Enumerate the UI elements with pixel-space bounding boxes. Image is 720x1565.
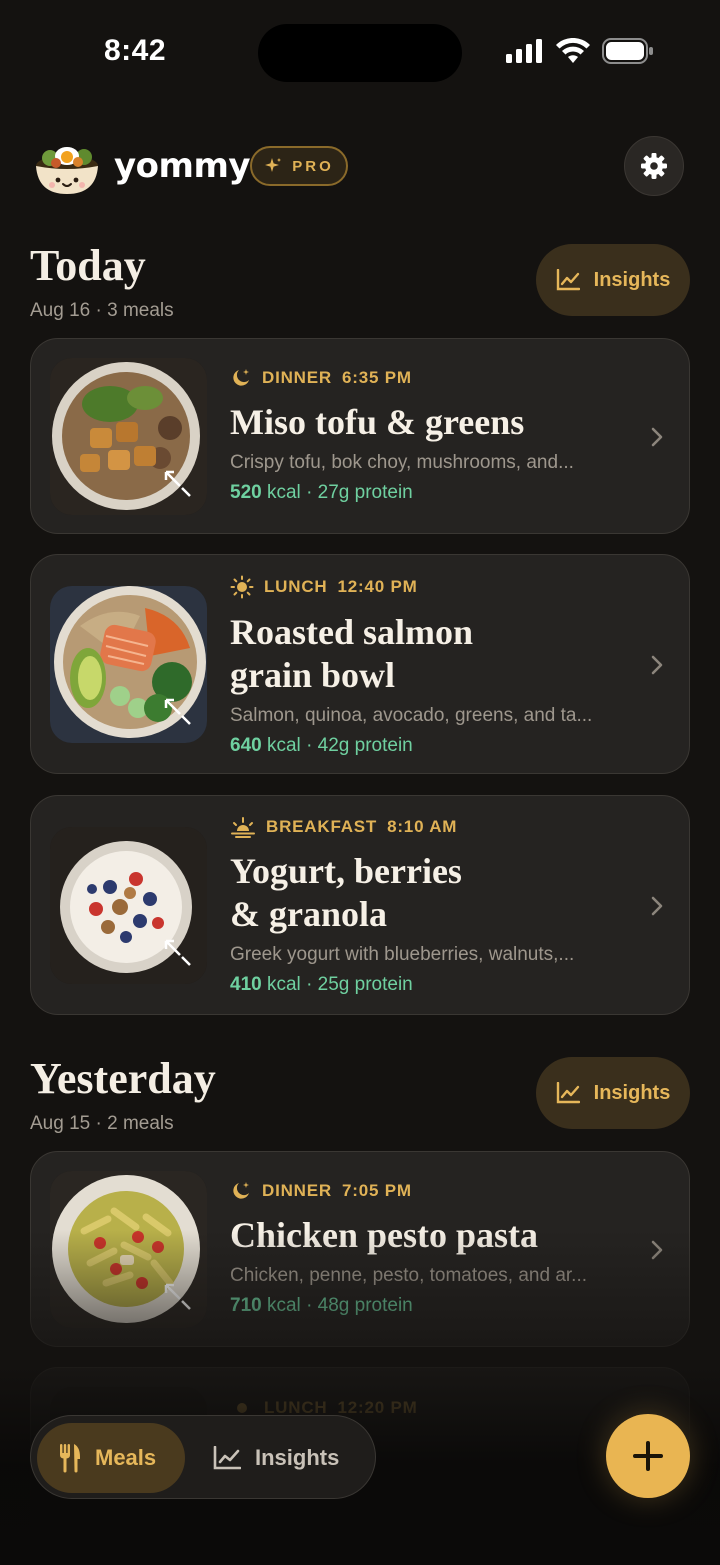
- meal-meta: DINNER 7:05 PM: [230, 1180, 625, 1202]
- meal-type: DINNER: [262, 368, 332, 387]
- today-insights-button[interactable]: Insights: [536, 244, 690, 316]
- dynamic-island: [258, 24, 462, 82]
- protein-value: · 25g protein: [306, 974, 413, 996]
- meal-type: LUNCH: [264, 577, 328, 596]
- meal-stats: 520 kcal · 27g protein: [230, 482, 625, 504]
- meal-stats: 640 kcal · 42g protein: [230, 735, 625, 757]
- pro-badge[interactable]: PRO: [250, 146, 348, 186]
- pro-label: PRO: [292, 157, 334, 175]
- rice-bowl-logo-icon: [36, 147, 98, 194]
- kcal-value: 640: [230, 735, 262, 757]
- protein-value: · 42g protein: [306, 735, 413, 757]
- tab-meals-label: Meals: [95, 1445, 157, 1470]
- meal-card[interactable]: BREAKFAST 8:10 AM Yogurt, berries & gran…: [30, 795, 690, 1015]
- kcal-value: 520: [230, 482, 262, 504]
- yesterday-insights-button[interactable]: Insights: [536, 1057, 690, 1129]
- meal-description: Crispy tofu, bok choy, mushrooms, and...: [230, 452, 574, 474]
- meal-type: DINNER: [262, 1181, 332, 1200]
- meal-meta: DINNER 6:35 PM: [230, 367, 625, 389]
- meal-name-line: Roasted salmon: [230, 612, 474, 652]
- status-time: 8:42: [104, 34, 167, 67]
- meal-photo[interactable]: [50, 586, 207, 743]
- meal-time: 12:40 PM: [337, 577, 418, 596]
- meal-info: BREAKFAST 8:10 AM Yogurt, berries & gran…: [230, 816, 625, 996]
- meal-name-line: Yogurt, berries: [230, 851, 462, 891]
- meal-info: LUNCH 12:40 PM Roasted salmon grain bowl…: [230, 575, 625, 757]
- meal-time: 12:20 PM: [337, 1398, 418, 1417]
- meal-name: Roasted salmon grain bowl: [230, 611, 625, 697]
- settings-button[interactable]: [624, 136, 684, 196]
- protein-value: · 48g protein: [306, 1295, 413, 1317]
- section-yesterday-header: Yesterday Aug 15 · 2 meals Insights: [30, 1057, 690, 1147]
- kcal-unit: kcal: [266, 482, 301, 504]
- kcal-value: 410: [230, 974, 262, 996]
- meal-time: 7:05 PM: [341, 1181, 412, 1200]
- signal-icon: [506, 39, 542, 63]
- meal-description: Salmon, quinoa, avocado, greens, and ta.…: [230, 705, 593, 727]
- meal-card[interactable]: DINNER 6:35 PM Miso tofu & greens Crispy…: [30, 338, 690, 534]
- sparkle-icon: [265, 158, 282, 172]
- tab-insights-label: Insights: [255, 1445, 340, 1470]
- meal-description: Greek yogurt with blueberries, walnuts,.…: [230, 944, 575, 966]
- status-icons: [506, 38, 654, 64]
- kcal-unit: kcal: [266, 974, 301, 996]
- chart-line-icon: [556, 1082, 580, 1104]
- chevron-right-icon: [651, 896, 663, 916]
- meal-name: Yogurt, berries & granola: [230, 850, 625, 936]
- meal-description: Chicken, penne, pesto, tomatoes, and ar.…: [230, 1265, 588, 1287]
- chart-line-icon: [556, 269, 580, 291]
- meal-stats: 710 kcal · 48g protein: [230, 1295, 625, 1317]
- yogurt-bowl-image: [50, 827, 207, 984]
- meal-name-line: & granola: [230, 894, 387, 935]
- section-today-header: Today Aug 16 · 3 meals Insights: [30, 244, 690, 334]
- tab-meals[interactable]: Meals: [37, 1423, 185, 1493]
- meal-info: DINNER 7:05 PM Chicken pesto pasta Chick…: [230, 1180, 625, 1317]
- chevron-right-icon: [651, 655, 663, 675]
- meal-meta: LUNCH 12:40 PM: [230, 575, 625, 599]
- meal-type: BREAKFAST: [266, 817, 378, 836]
- meal-photo[interactable]: [50, 827, 207, 984]
- salmon-bowl-image: [50, 586, 207, 743]
- plus-icon: [633, 1441, 663, 1471]
- meal-card[interactable]: DINNER 7:05 PM Chicken pesto pasta Chick…: [30, 1151, 690, 1347]
- chevron-right-icon: [651, 427, 663, 447]
- wifi-icon: [556, 38, 590, 63]
- pesto-pasta-image: [50, 1171, 207, 1328]
- fork-knife-icon: [60, 1444, 80, 1473]
- chart-line-icon: [213, 1446, 241, 1470]
- insights-label: Insights: [593, 1081, 671, 1104]
- sunrise-icon: [231, 817, 255, 838]
- meal-info: DINNER 6:35 PM Miso tofu & greens Crispy…: [230, 367, 625, 504]
- bottom-tab-bar: Meals Insights: [30, 1415, 376, 1499]
- protein-value: · 27g protein: [306, 482, 413, 504]
- add-meal-button[interactable]: [606, 1414, 690, 1498]
- meal-photo[interactable]: [50, 358, 207, 515]
- meal-name: Miso tofu & greens: [230, 402, 525, 442]
- moon-icon: [233, 1182, 249, 1199]
- meal-name: Chicken pesto pasta: [230, 1215, 539, 1255]
- kcal-value: 710: [230, 1295, 262, 1317]
- meal-name-line: grain bowl: [230, 655, 396, 696]
- battery-icon: [602, 38, 653, 64]
- kcal-unit: kcal: [266, 735, 301, 757]
- meal-time: 6:35 PM: [341, 368, 412, 387]
- meal-stats: 410 kcal · 25g protein: [230, 974, 625, 996]
- meal-meta: BREAKFAST 8:10 AM: [230, 816, 625, 838]
- tab-insights[interactable]: Insights: [207, 1423, 367, 1493]
- gear-icon: [641, 153, 667, 179]
- chevron-right-icon: [651, 1240, 663, 1260]
- kcal-unit: kcal: [266, 1295, 301, 1317]
- meal-time: 8:10 AM: [387, 817, 458, 836]
- insights-label: Insights: [593, 268, 671, 291]
- meal-photo[interactable]: [50, 1171, 207, 1328]
- tofu-bowl-image: [50, 358, 207, 515]
- sun-icon: [230, 575, 254, 599]
- app-header: yommy PRO: [30, 132, 690, 200]
- moon-icon: [233, 369, 249, 386]
- status-bar: 8:42: [0, 0, 720, 110]
- meal-card[interactable]: LUNCH 12:40 PM Roasted salmon grain bowl…: [30, 554, 690, 774]
- brand-name: yommy: [114, 146, 251, 186]
